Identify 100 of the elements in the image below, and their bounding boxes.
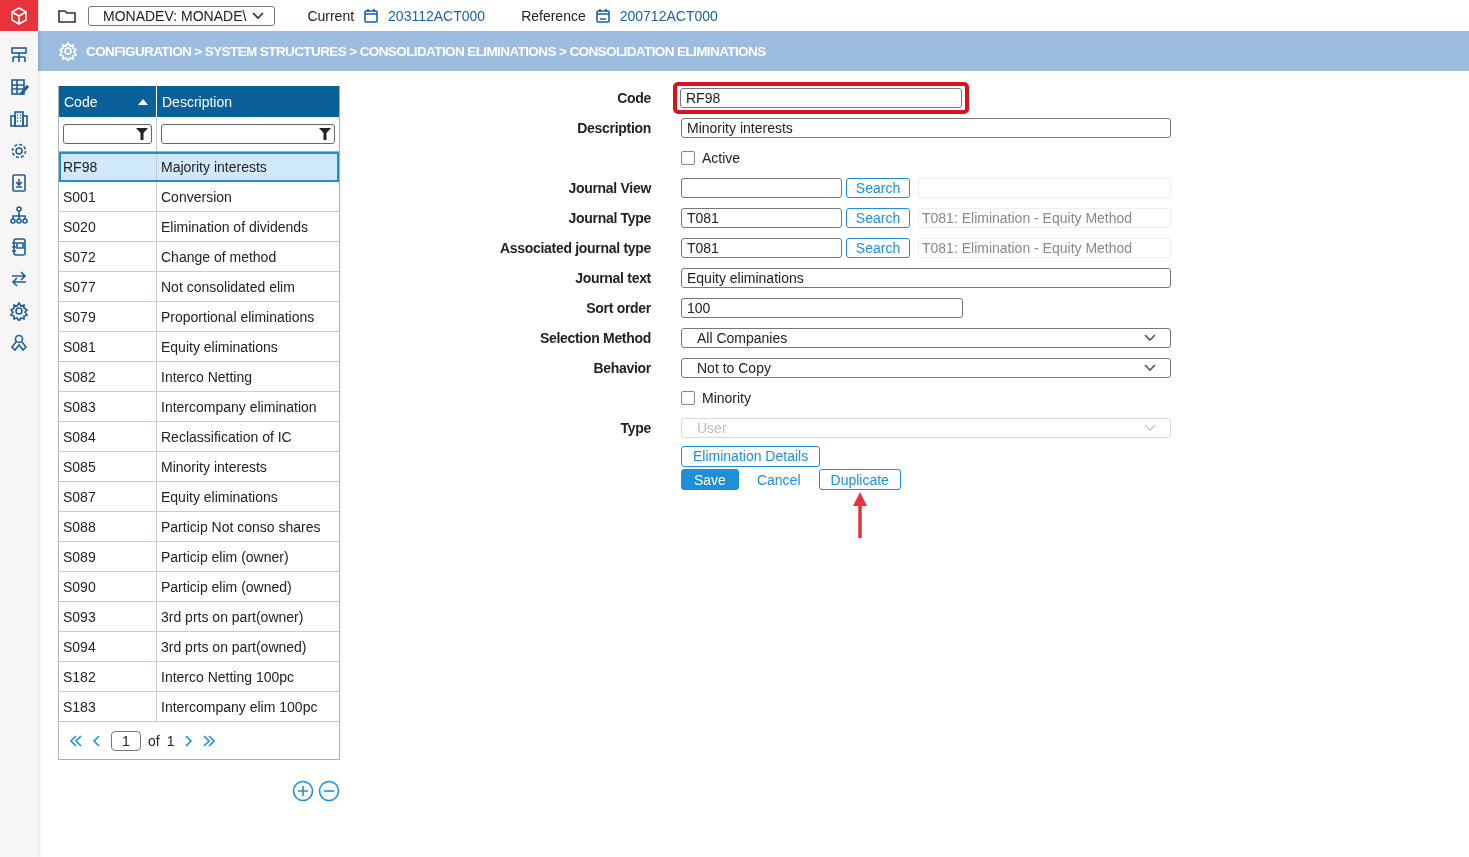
- table-row[interactable]: S183 Intercompany elim 100pc: [59, 692, 339, 722]
- gear-icon: [58, 41, 78, 61]
- table-row[interactable]: S072 Change of method: [59, 242, 339, 272]
- code-cell: S182: [59, 662, 157, 691]
- description-cell-text: Reclassification of IC: [160, 427, 293, 447]
- remove-icon[interactable]: [318, 780, 340, 802]
- text-field[interactable]: Minority interests: [681, 118, 1171, 138]
- action-button[interactable]: Duplicate: [818, 469, 901, 490]
- text-field[interactable]: RF98: [680, 88, 962, 108]
- code-cell: S082: [59, 362, 157, 391]
- filter-icon[interactable]: [319, 128, 331, 140]
- column-header[interactable]: Description: [157, 86, 339, 117]
- table-row[interactable]: S079 Proportional eliminations: [59, 302, 339, 332]
- chevron-down-icon: [1144, 424, 1156, 432]
- table-row[interactable]: S088 Particip Not conso shares: [59, 512, 339, 542]
- code-cell: S094: [59, 632, 157, 661]
- last-page-icon[interactable]: [202, 734, 217, 747]
- dropdown[interactable]: All Companies: [681, 328, 1171, 348]
- code-cell: S183: [59, 692, 157, 721]
- text-field[interactable]: Equity eliminations: [681, 268, 1171, 288]
- search-button[interactable]: Search: [846, 178, 910, 198]
- table-row[interactable]: S182 Interco Netting 100pc: [59, 662, 339, 692]
- table-row[interactable]: S082 Interco Netting: [59, 362, 339, 392]
- table-row[interactable]: S087 Equity eliminations: [59, 482, 339, 512]
- description-cell-text: 3rd prts on part(owner): [160, 607, 305, 627]
- tree-icon[interactable]: [9, 205, 29, 225]
- description-cell-text: Interco Netting: [160, 367, 254, 387]
- code-cell: S084: [59, 422, 157, 451]
- search-button[interactable]: Search: [846, 238, 910, 258]
- checkbox-label: Active: [702, 150, 741, 166]
- hierarchy-icon[interactable]: [9, 45, 29, 65]
- total-pages: 1: [166, 732, 175, 749]
- table-row[interactable]: S085 Minority interests: [59, 452, 339, 482]
- notebook-icon[interactable]: [9, 237, 29, 257]
- reference-period-link[interactable]: 200712ACT000: [619, 7, 718, 24]
- table-row[interactable]: S084 Reclassification of IC: [59, 422, 339, 452]
- description-cell-text: Equity eliminations: [160, 337, 279, 357]
- action-button[interactable]: Cancel: [747, 469, 810, 490]
- chevron-down-icon: [252, 11, 265, 20]
- download-document-icon[interactable]: [9, 173, 29, 193]
- code-cell: S088: [59, 512, 157, 541]
- text-field[interactable]: [681, 178, 842, 198]
- code-cell: S089: [59, 542, 157, 571]
- description-cell-text: Majority interests: [160, 157, 268, 177]
- field-label: Type: [620, 420, 651, 436]
- gear-icon[interactable]: [9, 141, 29, 161]
- grid-edit-icon[interactable]: [9, 77, 29, 97]
- environment-dropdown[interactable]: MONADEV: MONADE\: [88, 5, 276, 26]
- filter-field[interactable]: [161, 124, 335, 144]
- code-cell: S072: [59, 242, 157, 271]
- table-row[interactable]: S094 3rd prts on part(owned): [59, 632, 339, 662]
- settings-icon[interactable]: [9, 301, 29, 321]
- first-page-icon[interactable]: [69, 734, 83, 747]
- current-period-link[interactable]: 203112ACT000: [388, 7, 486, 24]
- table-row[interactable]: S083 Intercompany elimination: [59, 392, 339, 422]
- text-field[interactable]: T081: [681, 208, 842, 228]
- dropdown[interactable]: Not to Copy: [681, 358, 1171, 378]
- checkbox[interactable]: [681, 391, 695, 405]
- app-logo[interactable]: [0, 0, 38, 31]
- page-number-field[interactable]: 1: [111, 730, 141, 751]
- table-row[interactable]: S077 Not consolidated elim: [59, 272, 339, 302]
- filter-icon[interactable]: [136, 128, 148, 140]
- code-cell: S077: [59, 272, 157, 301]
- table-row[interactable]: S089 Particip elim (owner): [59, 542, 339, 572]
- description-cell-text: Intercompany elimination: [160, 397, 318, 417]
- code-cell: S083: [59, 392, 157, 421]
- field-label: Code: [617, 90, 651, 106]
- description-cell-text: Elimination of dividends: [160, 217, 310, 237]
- text-field[interactable]: 100: [681, 298, 963, 318]
- table-row[interactable]: S020 Elimination of dividends: [59, 212, 339, 242]
- table-row[interactable]: RF98 Majority interests: [59, 152, 339, 182]
- elimination-details-button[interactable]: Elimination Details: [681, 445, 821, 467]
- table-row[interactable]: S081 Equity eliminations: [59, 332, 339, 362]
- code-cell: RF98: [59, 152, 157, 181]
- table-row[interactable]: S001 Conversion: [59, 182, 339, 212]
- folder-icon[interactable]: [58, 7, 76, 24]
- filter-field[interactable]: [63, 124, 152, 144]
- column-header[interactable]: Code: [59, 86, 157, 117]
- search-button[interactable]: Search: [846, 208, 910, 228]
- calendar-icon: [363, 7, 380, 24]
- description-cell-text: Equity eliminations: [160, 487, 279, 507]
- action-button[interactable]: Save: [681, 469, 739, 490]
- user-group-icon[interactable]: [9, 333, 29, 353]
- description-cell-text: Minority interests: [160, 457, 268, 477]
- add-icon[interactable]: [292, 780, 314, 802]
- swap-arrows-icon[interactable]: [9, 269, 29, 289]
- table-row[interactable]: S093 3rd prts on part(owner): [59, 602, 339, 632]
- description-cell-text: Interco Netting 100pc: [160, 667, 296, 687]
- field-label: Journal text: [575, 270, 651, 286]
- description-cell-text: Not consolidated elim: [160, 277, 296, 297]
- buildings-icon[interactable]: [9, 109, 29, 129]
- description-cell-text: Change of method: [160, 247, 278, 267]
- description-cell-text: Conversion: [160, 187, 233, 207]
- code-cell: S087: [59, 482, 157, 511]
- text-field[interactable]: T081: [681, 238, 842, 258]
- table-row[interactable]: S090 Particip elim (owned): [59, 572, 339, 602]
- checkbox-label: Minority: [702, 390, 751, 406]
- description-cell-text: Particip Not conso shares: [160, 517, 322, 537]
- code-cell: S020: [59, 212, 157, 241]
- checkbox[interactable]: [681, 151, 695, 165]
